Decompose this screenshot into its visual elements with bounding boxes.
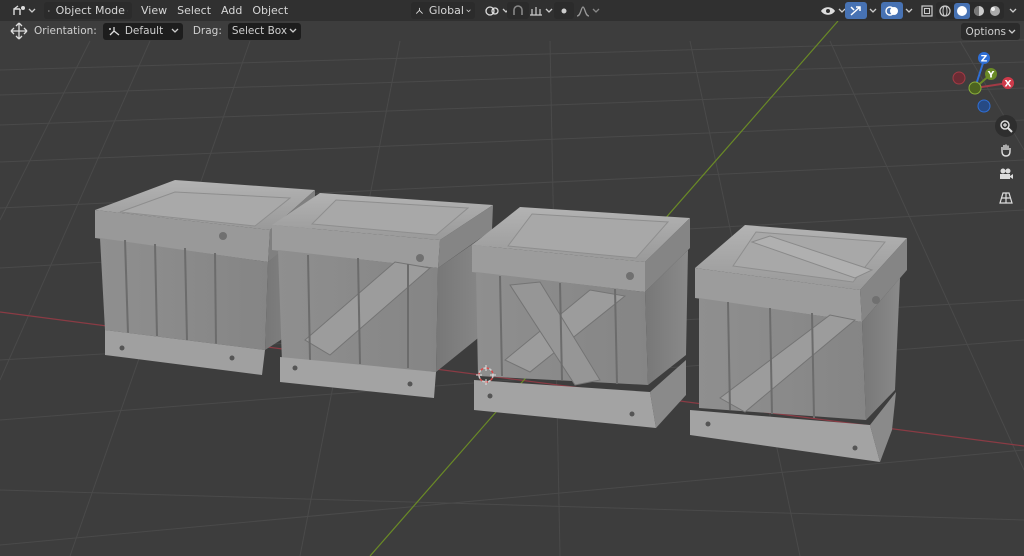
move-tool-icon[interactable] (10, 22, 28, 40)
drag-value: Select Box (231, 25, 288, 37)
z-axis-label: Z (981, 55, 988, 65)
editor-type-button[interactable] (8, 2, 40, 19)
shading-material-icon[interactable] (972, 4, 986, 18)
falloff-icon (576, 5, 590, 17)
gizmo-icon (850, 5, 861, 16)
mode-label: Object Mode (55, 4, 125, 17)
x-axis-label: X (1005, 80, 1012, 90)
hand-pan-icon (1001, 144, 1011, 157)
transform-orientation-label: Global (428, 4, 464, 17)
overlays-icon (885, 5, 898, 16)
pivot-icon (485, 5, 499, 16)
pan-button[interactable] (995, 139, 1017, 161)
y-axis-label: Y (987, 71, 995, 81)
blender-3d-viewport: Object Mode View Select Add Object Globa… (0, 0, 1024, 556)
menu-view[interactable]: View (136, 4, 172, 17)
overlays-dropdown[interactable] (899, 2, 917, 19)
neg-y-handle[interactable] (968, 81, 982, 95)
shading-wireframe-icon[interactable] (938, 4, 952, 18)
navigation-gizmo[interactable]: Z Y X (950, 50, 1020, 116)
zoom-icon (1000, 120, 1013, 133)
camera-view-button[interactable] (995, 163, 1017, 185)
drag-dropdown[interactable]: Select Box (227, 22, 302, 40)
options-dropdown[interactable]: Options (961, 23, 1020, 40)
viewport-header: Object Mode View Select Add Object Globa… (0, 0, 1024, 21)
orientation-dropdown[interactable]: Default (102, 22, 183, 40)
chevron-down-icon (545, 8, 553, 13)
tool-settings-bar: Orientation: Default Drag: Select Box Op… (0, 21, 1024, 41)
chevron-down-icon (1009, 8, 1017, 13)
camera-icon (1000, 168, 1013, 179)
menu-object[interactable]: Object (247, 4, 293, 17)
chevron-down-icon (289, 28, 297, 33)
neg-z-handle[interactable] (977, 99, 991, 113)
chevron-down-icon (1008, 29, 1016, 34)
drag-label: Drag: (192, 25, 222, 37)
xray-icon (921, 4, 933, 17)
menu-select[interactable]: Select (172, 4, 216, 17)
crate-4[interactable] (690, 225, 907, 462)
transform-orientation-icon (108, 27, 120, 36)
grid-perspective-icon (999, 192, 1013, 204)
chevron-down-icon (126, 10, 128, 11)
menu-add[interactable]: Add (216, 4, 247, 17)
chevron-down-icon (466, 8, 471, 12)
xray-toggle[interactable] (917, 2, 937, 19)
falloff-dropdown[interactable] (572, 2, 604, 19)
shading-dropdown[interactable] (1003, 2, 1021, 19)
gizmo-dropdown[interactable] (863, 2, 881, 19)
editor-type-icon (13, 4, 25, 15)
perspective-toggle-button[interactable] (995, 187, 1017, 209)
snap-target-dropdown[interactable] (525, 2, 557, 19)
chevron-down-icon (905, 8, 913, 13)
crate-3[interactable] (472, 207, 690, 428)
object-mode-icon (48, 9, 50, 12)
options-label: Options (965, 25, 1006, 38)
mode-dropdown[interactable]: Object Mode (44, 2, 132, 19)
snap-increment-icon (530, 6, 542, 16)
orientation-label: Orientation: (34, 25, 97, 37)
proportional-edit-toggle[interactable] (554, 2, 574, 19)
shading-solid-icon[interactable] (954, 2, 970, 19)
snap-icon (513, 4, 523, 15)
visibility-icon (821, 6, 835, 15)
neg-x-handle[interactable] (952, 71, 966, 85)
chevron-down-icon (28, 8, 36, 13)
shading-rendered-icon[interactable] (988, 4, 1002, 18)
chevron-down-icon (592, 8, 600, 13)
transform-orientation-dropdown[interactable]: Global (411, 2, 475, 19)
orientation-value: Default (124, 25, 164, 37)
zoom-button[interactable] (995, 115, 1017, 137)
shading-switcher[interactable] (936, 2, 1004, 19)
proportional-edit-icon (561, 8, 567, 13)
viewport-canvas[interactable] (0, 0, 1024, 556)
chevron-down-icon (171, 28, 179, 33)
transform-orientation-icon (415, 7, 423, 14)
chevron-down-icon (869, 8, 877, 13)
